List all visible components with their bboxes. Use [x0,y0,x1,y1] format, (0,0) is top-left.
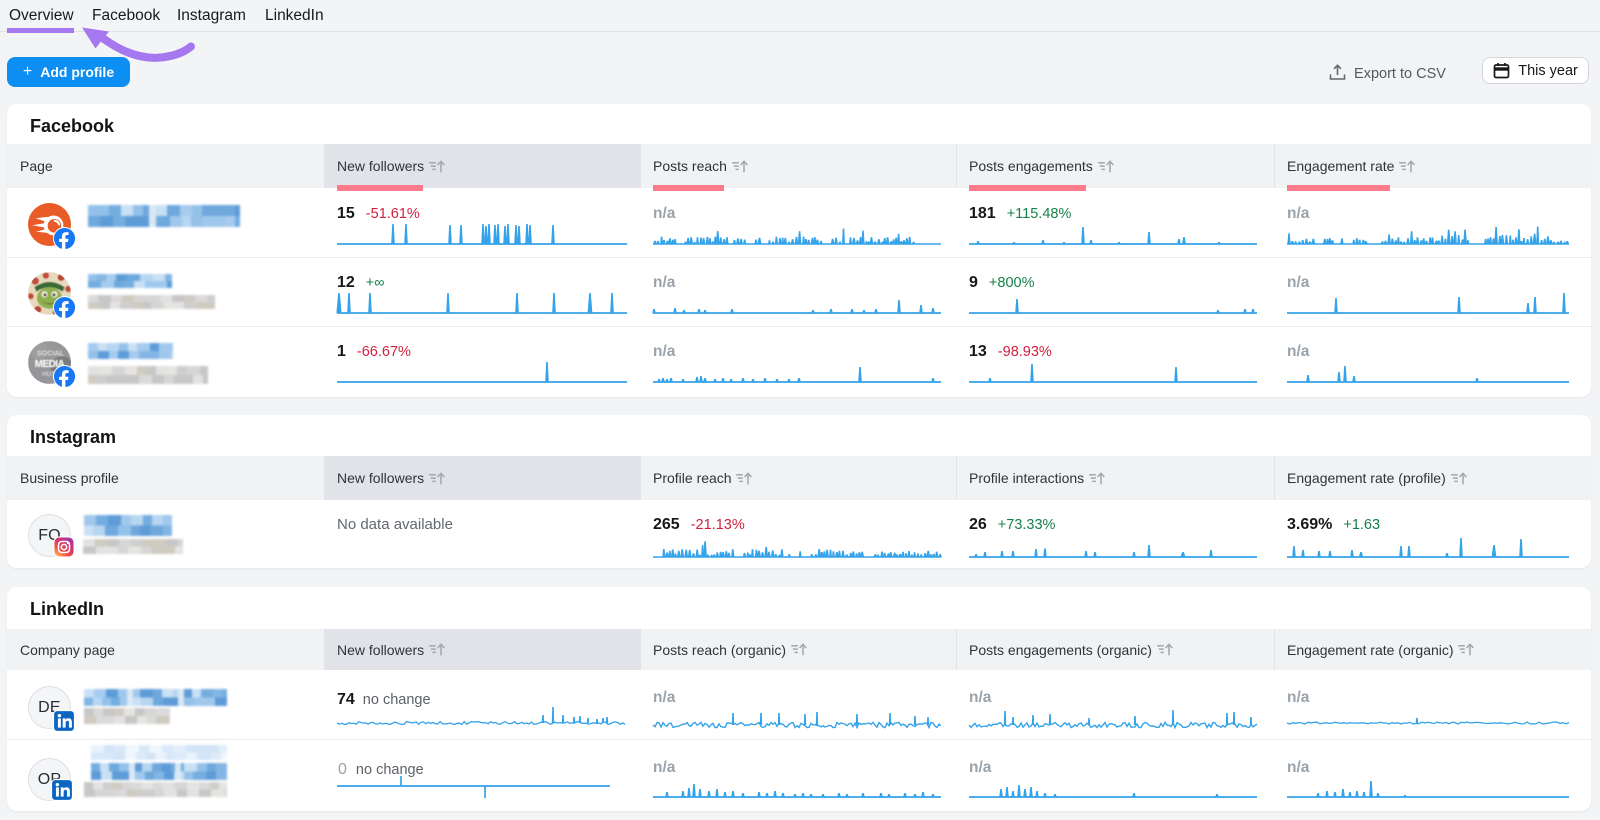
svg-text:SOCIAL: SOCIAL [37,349,65,357]
